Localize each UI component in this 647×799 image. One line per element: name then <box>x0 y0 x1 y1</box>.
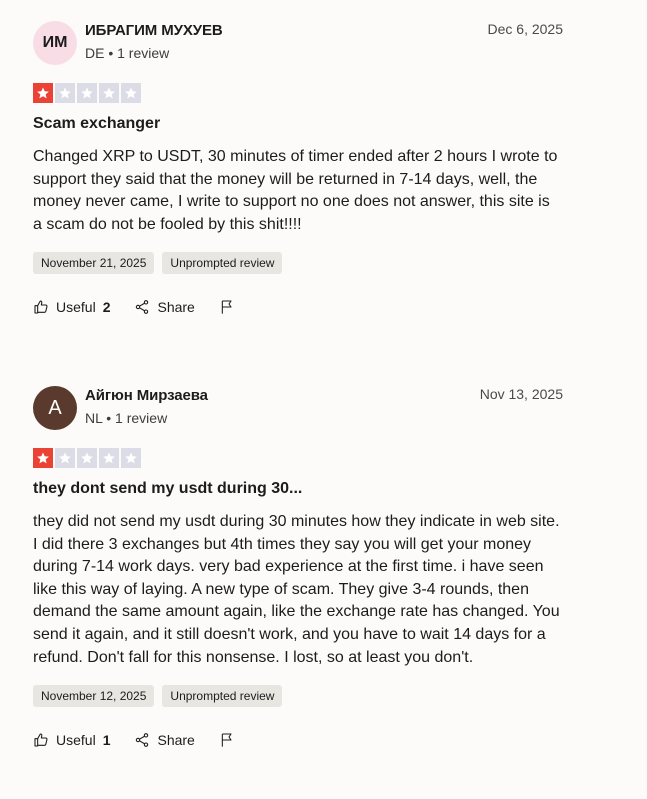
useful-label: Useful <box>56 732 96 749</box>
star-rating <box>33 83 563 103</box>
avatar[interactable]: A <box>33 386 77 430</box>
review-body: Changed XRP to USDT, 30 minutes of timer… <box>33 148 558 233</box>
flag-icon <box>221 300 232 315</box>
review-actions: Useful 2 Share <box>33 297 563 317</box>
share-button[interactable]: Share <box>134 299 195 316</box>
reviewer-meta: DE • 1 review <box>85 45 170 61</box>
star-icon <box>33 83 53 103</box>
reviewer-name[interactable]: ИБРАГИМ МУХУЕВ <box>85 22 223 39</box>
review-tags: November 12, 2025 Unprompted review <box>33 685 563 708</box>
useful-button[interactable]: Useful 2 <box>33 299 110 315</box>
useful-count: 2 <box>102 299 111 316</box>
experience-date-tag: November 12, 2025 <box>33 685 155 708</box>
star-icon <box>99 83 119 103</box>
star-icon <box>55 448 75 468</box>
star-icon <box>77 83 97 103</box>
flag-icon <box>221 733 232 747</box>
star-icon <box>99 448 119 468</box>
star-icon <box>55 83 75 103</box>
star-icon <box>77 448 97 468</box>
star-icon <box>33 448 53 468</box>
review-card: A Айгюн Мирзаева NL • 1 review Nov 13, 2… <box>33 386 563 750</box>
review-title[interactable]: Scam exchanger <box>33 115 563 133</box>
review-header: ИМ ИБРАГИМ МУХУЕВ DE • 1 review Dec 6, 2… <box>33 21 563 67</box>
share-label: Share <box>157 299 195 316</box>
experience-date-tag: November 21, 2025 <box>33 252 155 275</box>
review-header: A Айгюн Мирзаева NL • 1 review Nov 13, 2… <box>33 386 563 432</box>
share-label: Share <box>157 732 195 749</box>
review-date: Dec 6, 2025 <box>487 21 564 37</box>
reviewer-name[interactable]: Айгюн Мирзаева <box>85 387 208 404</box>
review-card: ИМ ИБРАГИМ МУХУЕВ DE • 1 review Dec 6, 2… <box>33 21 563 317</box>
share-icon <box>136 733 149 748</box>
reviewer-meta: NL • 1 review <box>85 410 168 426</box>
useful-label: Useful <box>56 299 96 316</box>
share-button[interactable]: Share <box>134 732 195 749</box>
unprompted-review-tag[interactable]: Unprompted review <box>162 685 283 708</box>
avatar[interactable]: ИМ <box>33 21 77 65</box>
star-icon <box>121 83 141 103</box>
flag-button[interactable] <box>219 732 235 748</box>
thumbs-up-icon <box>34 300 48 314</box>
useful-count: 1 <box>102 732 111 749</box>
unprompted-review-tag[interactable]: Unprompted review <box>162 252 283 275</box>
review-actions: Useful 1 Share <box>33 730 563 750</box>
flag-button[interactable] <box>219 299 235 315</box>
review-date: Nov 13, 2025 <box>479 386 563 402</box>
review-body: they did not send my usdt during 30 minu… <box>33 513 560 666</box>
share-icon <box>136 300 149 315</box>
star-rating <box>33 448 563 468</box>
review-title[interactable]: they dont send my usdt during 30... <box>33 480 563 498</box>
review-tags: November 21, 2025 Unprompted review <box>33 252 563 275</box>
star-icon <box>121 448 141 468</box>
useful-button[interactable]: Useful 1 <box>33 732 110 748</box>
thumbs-up-icon <box>34 733 48 747</box>
